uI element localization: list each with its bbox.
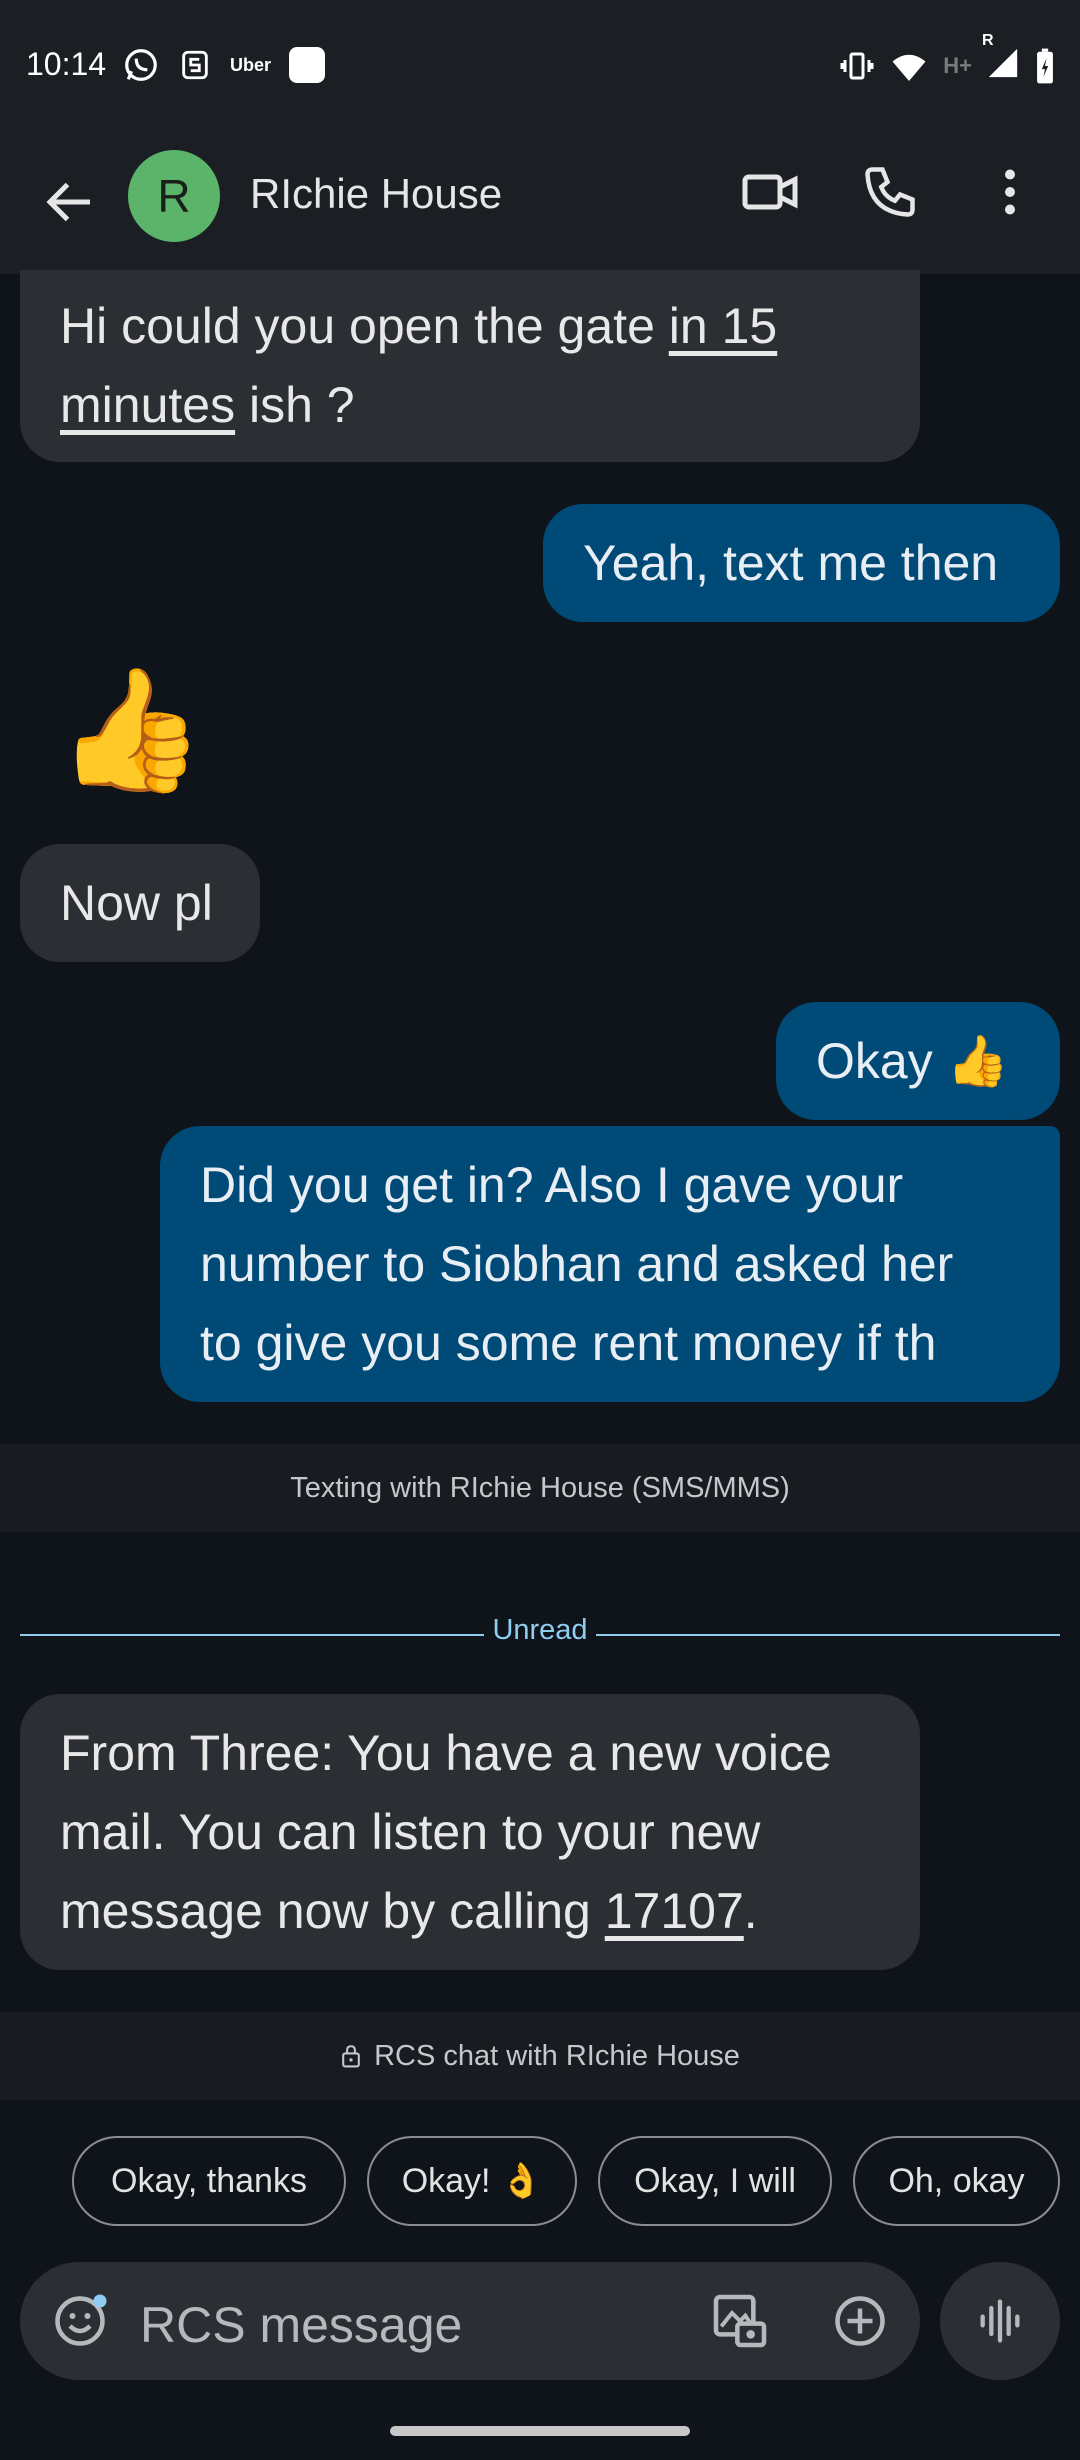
voice-icon [980,2299,1020,2343]
message-input[interactable]: RCS message [140,2296,462,2354]
suggestion-chip[interactable]: Okay, I will [598,2136,832,2226]
suggestion-chip[interactable]: Oh, okay [853,2136,1060,2226]
avatar[interactable]: R [128,150,220,242]
message-incoming[interactable]: From Three: You have a new voice mail. Y… [20,1694,920,1970]
message-outgoing[interactable]: Did you get in? Also I gave your number … [160,1126,1060,1402]
lock-icon [342,2045,360,2068]
message-text-line: minutes ish ? [60,366,880,445]
signal-icon: R [982,32,1020,85]
whatsapp-icon [125,49,157,81]
sms-info-band: Texting with RIchie House (SMS/MMS) [0,1444,1080,1532]
emoji-message[interactable]: 👍 [56,660,205,800]
home-indicator[interactable] [390,2426,690,2436]
rcs-info-text: RCS chat with RIchie House [374,2039,740,2072]
voice-button[interactable] [940,2262,1060,2380]
message-incoming[interactable]: Hi could you open the gate in 15 minutes… [20,270,920,462]
uber-icon: Uber [230,54,272,75]
message-text: message now by calling [60,1883,605,1939]
status-bar: 10:14 Uber H+ R [0,0,1080,134]
message-text-line: to give you some rent money if th [200,1315,937,1371]
more-vert-icon[interactable] [980,162,1040,222]
message-outgoing[interactable]: Okay 👍 [776,1002,1060,1120]
contact-name[interactable]: RIchie House [250,170,502,218]
message-text-line: From Three: You have a new voice [60,1725,832,1781]
message-text: Hi could you open the gate [60,298,669,354]
network-type: H+ [943,52,972,78]
suggestion-chip-label: Oh, okay [888,2161,1025,2200]
compose-bar: RCS message [20,2262,920,2380]
status-time: 10:14 [26,46,107,82]
emoji-icon[interactable] [50,2291,110,2351]
back-arrow-icon[interactable] [40,172,100,232]
thumbs-up-emoji: 👍 [56,663,206,797]
gallery-icon[interactable] [708,2289,772,2353]
battery-charging-icon [1037,48,1053,83]
video-call-icon[interactable] [740,162,800,222]
suggestion-chip[interactable]: Okay, thanks [72,2136,346,2226]
suggestion-chip[interactable]: Okay! 👌 [367,2136,577,2226]
suggestion-chip-label: Okay! 👌 [401,2162,543,2200]
add-icon[interactable] [830,2291,890,2351]
message-text-line: mail. You can listen to your new [60,1804,761,1860]
message-text-line: number to Siobhan and asked her [200,1236,954,1292]
system-icons: H+ R [839,32,1056,85]
rcs-info-band: RCS chat with RIchie House [0,2012,1080,2100]
time-link[interactable]: in 15 [669,298,777,354]
message-text: Yeah, text me then [583,535,999,591]
app-white-icon [289,47,326,83]
message-text: Now pl [60,875,213,931]
phone-icon[interactable] [860,162,920,222]
unread-label: Unread [492,1614,588,1646]
message-text: Okay 👍 [816,1033,1009,1089]
suggestion-chip-label: Okay, I will [634,2161,796,2200]
phone-number-link[interactable]: 17107 [605,1883,744,1939]
message-text-line: Did you get in? Also I gave your [200,1157,904,1213]
notification-icons: Uber [122,46,326,84]
app-s-icon [182,50,208,80]
roaming-indicator: R [982,32,994,49]
wifi-icon [892,54,926,81]
message-outgoing[interactable]: Yeah, text me then [543,504,1060,622]
vibrate-icon [840,52,874,79]
message-text: ish ? [235,377,355,433]
sms-info-text: Texting with RIchie House (SMS/MMS) [290,1471,790,1504]
message-text-line: Hi could you open the gate in 15 [60,287,880,366]
suggestion-chip-label: Okay, thanks [111,2161,307,2200]
message-text: . [743,1883,758,1939]
time-link[interactable]: minutes [60,377,235,433]
message-incoming[interactable]: Now pl [20,844,260,962]
message-text-line: message now by calling 17107. [60,1872,880,1951]
